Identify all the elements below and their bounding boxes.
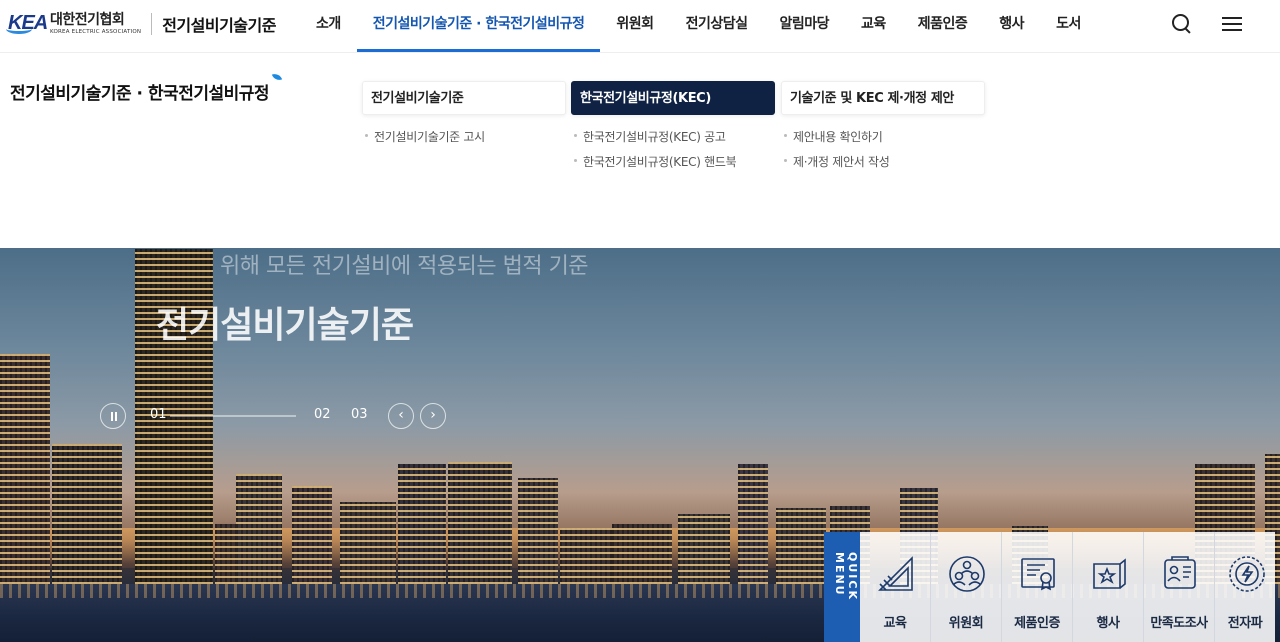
mega-menu-title-text: 전기설비기술기준 · 한국전기설비규정 bbox=[10, 84, 270, 104]
submenu-item-kec-handbook[interactable]: 한국전기설비규정(KEC) 핸드북 bbox=[571, 153, 775, 178]
certificate-icon bbox=[1021, 558, 1055, 591]
skyline-building bbox=[52, 444, 122, 584]
logo-english-name: KOREA ELECTRIC ASSOCIATION bbox=[50, 29, 142, 35]
skyline-building bbox=[776, 508, 826, 584]
nav-item-committee[interactable]: 위원회 bbox=[600, 0, 669, 52]
hero-subtitle: 위해 모든 전기설비에 적용되는 법적 기준 bbox=[220, 254, 589, 279]
skyline-building bbox=[340, 502, 396, 584]
site-name: 전기설비기술기준 bbox=[162, 16, 276, 35]
mega-menu-panel: 전기설비기술기준 · 한국전기설비규정 전기설비기술기준 전기설비기술기준 고시… bbox=[0, 52, 1280, 248]
skyline-building bbox=[678, 514, 730, 584]
skyline-building bbox=[292, 486, 332, 584]
pause-icon[interactable] bbox=[100, 403, 126, 429]
submenu-item-standards-notice[interactable]: 전기설비기술기준 고시 bbox=[362, 128, 566, 153]
submenu-tab-standards[interactable]: 전기설비기술기준 bbox=[362, 81, 566, 115]
committee-people-icon bbox=[949, 556, 985, 592]
site-header: KEA 대한전기협회 KOREA ELECTRIC ASSOCIATION 전기… bbox=[0, 0, 1280, 52]
skyline-building bbox=[738, 464, 768, 584]
submenu-list: 제안내용 확인하기 제·개정 제안서 작성 bbox=[781, 128, 985, 178]
logo-korean-name: 대한전기협회 bbox=[50, 12, 125, 28]
submenu-column-proposal: 기술기준 및 KEC 제·개정 제안 제안내용 확인하기 제·개정 제안서 작성 bbox=[781, 81, 985, 178]
skyline-building bbox=[560, 528, 612, 584]
submenu-column-kec: 한국전기설비규정(KEC) 한국전기설비규정(KEC) 공고 한국전기설비규정(… bbox=[571, 81, 775, 178]
submenu-item-write-proposal[interactable]: 제·개정 제안서 작성 bbox=[781, 153, 985, 178]
nav-item-certification[interactable]: 제품인증 bbox=[902, 0, 984, 52]
kea-logo-mark: KEA bbox=[6, 10, 48, 38]
header-utilities bbox=[1170, 12, 1244, 36]
ruler-triangle-icon bbox=[878, 556, 913, 591]
chevron-right-icon[interactable]: › bbox=[420, 403, 446, 429]
nav-item-consulting[interactable]: 전기상담실 bbox=[670, 0, 764, 52]
submenu-item-check-proposal[interactable]: 제안내용 확인하기 bbox=[781, 128, 985, 153]
nav-item-standards[interactable]: 전기설비기술기준 · 한국전기설비규정 bbox=[356, 0, 601, 52]
logo-words: 대한전기협회 KOREA ELECTRIC ASSOCIATION bbox=[50, 12, 141, 36]
quick-item-education[interactable]: 교육 bbox=[860, 532, 931, 642]
submenu-list: 한국전기설비규정(KEC) 공고 한국전기설비규정(KEC) 핸드북 bbox=[571, 128, 775, 178]
main-nav: 소개 전기설비기술기준 · 한국전기설비규정 위원회 전기상담실 알림마당 교육… bbox=[300, 0, 1097, 52]
quick-item-certification[interactable]: 제품인증 bbox=[1002, 532, 1073, 642]
quick-menu-label: QUICK MENU bbox=[833, 552, 859, 601]
skyline-building bbox=[518, 478, 558, 584]
slide-current-number[interactable]: 01 bbox=[150, 407, 167, 422]
menu-icon[interactable] bbox=[1220, 12, 1244, 36]
emf-icon bbox=[1229, 556, 1265, 592]
quick-item-label: 행사 bbox=[1096, 616, 1120, 631]
skyline-building bbox=[448, 462, 512, 584]
submenu-list: 전기설비기술기준 고시 bbox=[362, 128, 566, 153]
nav-item-education[interactable]: 교육 bbox=[845, 0, 902, 52]
nav-item-notice[interactable]: 알림마당 bbox=[763, 0, 845, 52]
slide-progress-bar bbox=[170, 415, 296, 417]
quick-item-events[interactable]: 행사 bbox=[1073, 532, 1144, 642]
search-icon[interactable] bbox=[1170, 12, 1194, 36]
chevron-left-icon[interactable]: ‹ bbox=[388, 403, 414, 429]
quick-menu: QUICK MENU 교육 위원회 제품인증 행사 만족도조사 전자파 bbox=[824, 532, 1280, 642]
quick-item-label: 전자파 bbox=[1227, 616, 1263, 631]
skyline-building bbox=[0, 354, 50, 584]
quick-item-label: 제품인증 bbox=[1014, 616, 1060, 631]
submenu-tab-proposal[interactable]: 기술기준 및 KEC 제·개정 제안 bbox=[781, 81, 985, 115]
submenu-column-standards: 전기설비기술기준 전기설비기술기준 고시 bbox=[362, 81, 566, 153]
logo[interactable]: KEA 대한전기협회 KOREA ELECTRIC ASSOCIATION 전기… bbox=[6, 10, 276, 38]
slide-number-3[interactable]: 03 bbox=[351, 407, 368, 422]
logo-swoosh bbox=[6, 24, 32, 34]
quick-menu-items: 교육 위원회 제품인증 행사 만족도조사 전자파 bbox=[860, 532, 1275, 642]
logo-divider bbox=[151, 13, 153, 35]
nav-item-events[interactable]: 행사 bbox=[983, 0, 1040, 52]
quick-item-label: 만족도조사 bbox=[1150, 616, 1208, 631]
hero-title: 전기설비기술기준 bbox=[156, 305, 414, 346]
skyline-building bbox=[398, 464, 446, 584]
slide-number-2[interactable]: 02 bbox=[314, 407, 331, 422]
event-banner-icon bbox=[1093, 558, 1126, 589]
submenu-tab-kec[interactable]: 한국전기설비규정(KEC) bbox=[571, 81, 775, 115]
survey-icon bbox=[1164, 556, 1196, 589]
quick-item-survey[interactable]: 만족도조사 bbox=[1144, 532, 1215, 642]
quick-item-emf[interactable]: 전자파 bbox=[1215, 532, 1275, 642]
skyline-building bbox=[612, 524, 672, 584]
nav-item-intro[interactable]: 소개 bbox=[300, 0, 357, 52]
submenu-item-kec-notice[interactable]: 한국전기설비규정(KEC) 공고 bbox=[571, 128, 775, 153]
mega-menu-title: 전기설비기술기준 · 한국전기설비규정 bbox=[10, 71, 283, 104]
nav-item-books[interactable]: 도서 bbox=[1040, 0, 1097, 52]
quick-item-label: 교육 bbox=[883, 616, 907, 631]
quick-menu-toggle[interactable]: QUICK MENU bbox=[824, 532, 860, 642]
skyline-building bbox=[236, 474, 282, 584]
leaf-icon bbox=[271, 71, 283, 83]
quick-item-committee[interactable]: 위원회 bbox=[931, 532, 1002, 642]
quick-item-label: 위원회 bbox=[948, 616, 984, 631]
